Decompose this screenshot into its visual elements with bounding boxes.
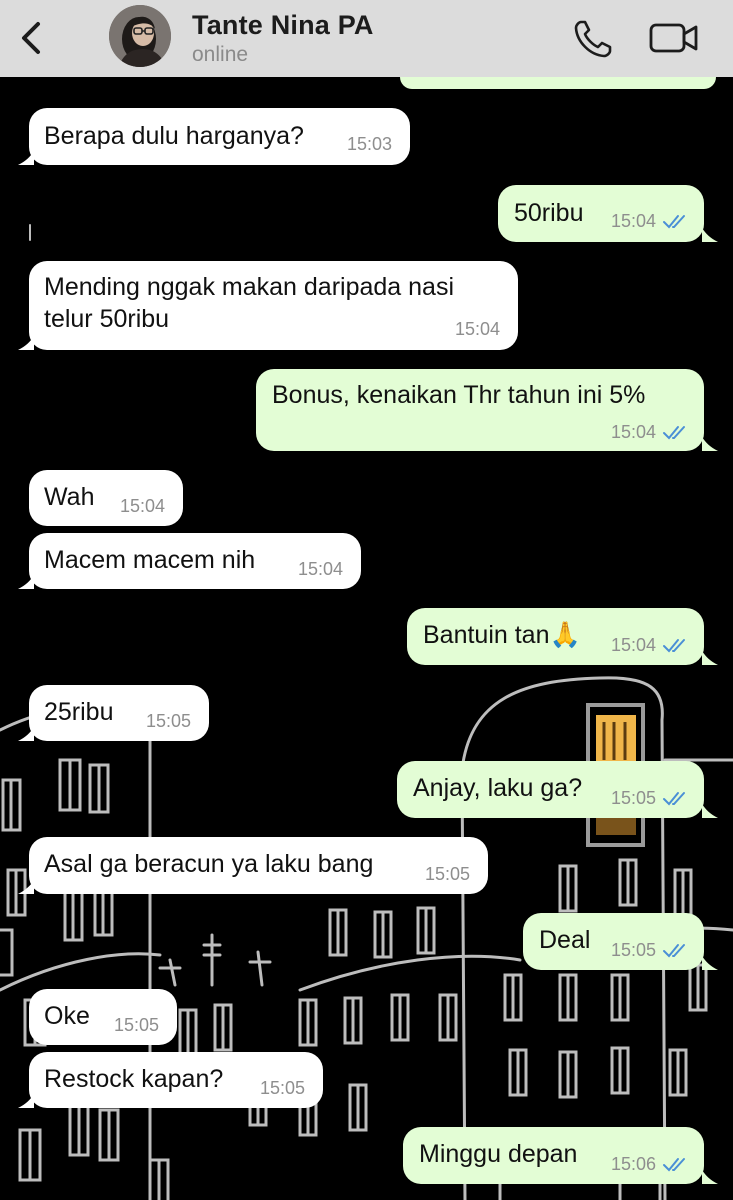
message-text: Macem macem nih	[44, 546, 256, 574]
message-bubble[interactable]: 50ribu 15:04	[498, 185, 704, 242]
previous-message-edge	[400, 77, 716, 89]
chevron-left-icon[interactable]	[14, 18, 54, 58]
message-time: 15:03	[346, 134, 392, 154]
message-bubble[interactable]: Berapa dulu harganya? 15:03	[29, 108, 410, 165]
message-time: 15:04	[119, 496, 165, 516]
message-text: Restock kapan?	[44, 1065, 224, 1093]
message-bubble[interactable]: Minggu depan 15:06	[403, 1127, 704, 1184]
message-time: 15:05	[611, 940, 690, 961]
bubble-tail	[18, 1094, 34, 1108]
message-bubble[interactable]: Bonus, kenaikan Thr tahun ini 5% 15:04	[256, 369, 704, 451]
bubble-tail	[702, 437, 718, 451]
double-check-icon	[663, 1157, 685, 1171]
double-check-icon	[663, 214, 685, 228]
message-time: 15:05	[424, 864, 470, 884]
message-bubble[interactable]: Anjay, laku ga? 15:05	[397, 761, 704, 818]
chat-header: Tante Nina PA online	[0, 0, 733, 77]
bubble-tail	[702, 228, 718, 242]
message-bubble[interactable]: Wah 15:04	[29, 470, 183, 526]
bubble-tail	[18, 336, 34, 350]
message-text: 25ribu	[44, 698, 114, 726]
bubble-tail	[18, 880, 34, 894]
message-text: Deal	[539, 926, 591, 954]
message-text: Minggu depan	[419, 1140, 578, 1168]
message-bubble[interactable]: Macem macem nih 15:04	[29, 533, 361, 589]
message-time: 15:05	[259, 1078, 305, 1098]
message-time: 15:04	[611, 635, 690, 656]
message-text: Anjay, laku ga?	[413, 774, 583, 802]
double-check-icon	[663, 791, 685, 805]
message-text: Mending nggak makan daripada nasi telur …	[44, 273, 454, 333]
bubble-tail	[702, 651, 718, 665]
double-check-icon	[663, 943, 685, 957]
message-bubble[interactable]: Restock kapan? 15:05	[29, 1052, 323, 1108]
phone-icon[interactable]	[572, 18, 614, 60]
message-text: Bonus, kenaikan Thr tahun ini 5%	[272, 381, 646, 409]
message-text: Bantuin tan🙏	[423, 621, 581, 649]
message-time: 15:04	[454, 319, 500, 339]
message-text: Berapa dulu harganya?	[44, 122, 304, 150]
message-bubble[interactable]: Asal ga beracun ya laku bang 15:05	[29, 837, 488, 894]
message-bubble[interactable]: Bantuin tan🙏 15:04	[407, 608, 704, 665]
message-time: 15:04	[611, 422, 690, 443]
message-bubble[interactable]: Mending nggak makan daripada nasi telur …	[29, 261, 518, 350]
contact-name[interactable]: Tante Nina PA	[192, 10, 374, 41]
avatar[interactable]	[109, 5, 171, 67]
bubble-tail	[18, 727, 34, 741]
double-check-icon	[663, 425, 685, 439]
message-time: 15:04	[611, 211, 690, 232]
message-time: 15:05	[611, 788, 690, 809]
bubble-tail	[702, 1170, 718, 1184]
message-time: 15:04	[297, 559, 343, 579]
message-text: 50ribu	[514, 199, 584, 227]
message-text: Asal ga beracun ya laku bang	[44, 850, 374, 878]
bubble-tail	[18, 575, 34, 589]
bubble-tail	[18, 151, 34, 165]
message-text: Wah	[44, 483, 95, 511]
double-check-icon	[663, 638, 685, 652]
bubble-tail	[702, 804, 718, 818]
message-time: 15:05	[145, 711, 191, 731]
message-time: 15:05	[113, 1015, 159, 1035]
contact-status: online	[192, 43, 249, 66]
message-bubble[interactable]: Deal 15:05	[523, 913, 704, 970]
message-time: 15:06	[611, 1154, 690, 1175]
bubble-tail	[702, 956, 718, 970]
message-text: Oke	[44, 1002, 90, 1030]
message-bubble[interactable]: Oke 15:05	[29, 989, 177, 1045]
message-bubble[interactable]: 25ribu 15:05	[29, 685, 209, 741]
video-camera-icon[interactable]	[648, 20, 700, 56]
